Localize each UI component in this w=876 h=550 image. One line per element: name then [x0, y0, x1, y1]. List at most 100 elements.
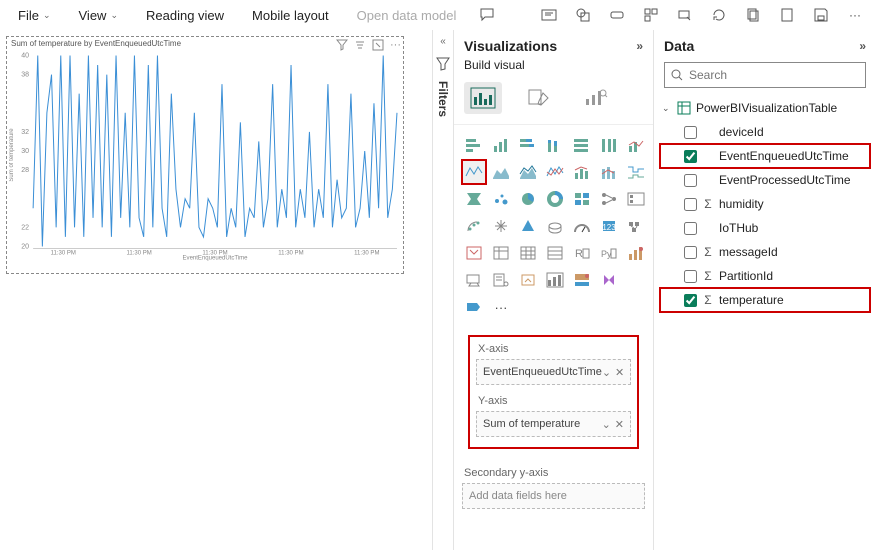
viz-type-26[interactable]: 123 — [597, 214, 621, 238]
viz-type-14[interactable] — [462, 187, 486, 211]
field-checkbox[interactable] — [684, 150, 697, 163]
field-checkbox[interactable] — [684, 246, 697, 259]
viz-type-12[interactable] — [597, 160, 621, 184]
field-checkbox[interactable] — [684, 294, 697, 307]
viz-type-10[interactable] — [543, 160, 567, 184]
viz-type-16[interactable] — [516, 187, 540, 211]
build-visual-button[interactable] — [464, 82, 502, 114]
viz-type-17[interactable] — [543, 187, 567, 211]
chevron-down-icon[interactable]: ⌄ — [602, 418, 611, 431]
visual-icon[interactable] — [638, 2, 664, 28]
viz-type-38[interactable] — [543, 268, 567, 292]
viz-type-40[interactable] — [597, 268, 621, 292]
field-checkbox[interactable] — [684, 222, 697, 235]
text-box-icon[interactable] — [536, 2, 562, 28]
viz-type-23[interactable] — [516, 214, 540, 238]
viz-type-15[interactable] — [489, 187, 513, 211]
field-row-messageid[interactable]: ΣmessageId — [660, 240, 870, 264]
refresh-icon[interactable] — [706, 2, 732, 28]
field-checkbox[interactable] — [684, 174, 697, 187]
expand-filters-icon[interactable]: « — [440, 36, 446, 47]
viz-type-18[interactable] — [570, 187, 594, 211]
viz-type-37[interactable] — [516, 268, 540, 292]
remove-field-icon[interactable]: ✕ — [615, 418, 624, 431]
copy-icon[interactable] — [740, 2, 766, 28]
menu-reading-view[interactable]: Reading view — [136, 4, 234, 27]
viz-type-30[interactable] — [516, 241, 540, 265]
viz-type-22[interactable] — [489, 214, 513, 238]
more-icon[interactable]: ··· — [842, 2, 868, 28]
viz-type-11[interactable] — [570, 160, 594, 184]
viz-type-34[interactable] — [624, 241, 648, 265]
viz-type-13[interactable] — [624, 160, 648, 184]
viz-type-6[interactable] — [624, 133, 648, 157]
viz-type-8[interactable] — [489, 160, 513, 184]
viz-type-21[interactable] — [462, 214, 486, 238]
viz-type-9[interactable] — [516, 160, 540, 184]
viz-more-icon[interactable]: ··· — [489, 295, 513, 319]
viz-type-32[interactable]: R — [570, 241, 594, 265]
secondary-y-axis-label: Secondary y-axis — [462, 467, 645, 483]
field-label: humidity — [719, 197, 764, 211]
collapse-viz-icon[interactable]: » — [636, 39, 643, 53]
viz-type-0[interactable] — [462, 133, 486, 157]
viz-type-35[interactable] — [462, 268, 486, 292]
viz-type-31[interactable] — [543, 241, 567, 265]
viz-type-5[interactable] — [597, 133, 621, 157]
viz-type-28[interactable] — [462, 241, 486, 265]
viz-type-1[interactable] — [489, 133, 513, 157]
analytics-button[interactable] — [576, 82, 614, 114]
viz-type-48 — [624, 295, 648, 319]
viz-type-24[interactable] — [543, 214, 567, 238]
viz-type-39[interactable] — [570, 268, 594, 292]
caret-down-icon[interactable]: ⌄ — [662, 103, 672, 114]
x-axis-well[interactable]: EventEnqueuedUtcTime ⌄✕ — [476, 359, 631, 385]
field-checkbox[interactable] — [684, 126, 697, 139]
menu-mobile-layout[interactable]: Mobile layout — [242, 4, 339, 27]
field-row-partitionid[interactable]: ΣPartitionId — [660, 264, 870, 288]
format-visual-button[interactable] — [520, 82, 558, 114]
menu-view[interactable]: View⌄ — [69, 4, 129, 27]
buttons-icon[interactable] — [604, 2, 630, 28]
field-row-humidity[interactable]: Σhumidity — [660, 192, 870, 216]
funnel-icon[interactable] — [436, 57, 450, 71]
viz-type-27[interactable] — [624, 214, 648, 238]
remove-field-icon[interactable]: ✕ — [615, 366, 624, 379]
comment-icon[interactable] — [474, 2, 500, 28]
line-chart-visual[interactable]: Sum of temperature by EventEnqueuedUtcTi… — [6, 36, 404, 274]
viz-type-19[interactable] — [597, 187, 621, 211]
menu-file[interactable]: File⌄ — [8, 4, 61, 27]
shapes-icon[interactable] — [570, 2, 596, 28]
viz-type-25[interactable] — [570, 214, 594, 238]
viz-type-36[interactable] — [489, 268, 513, 292]
viz-type-7[interactable] — [462, 160, 486, 184]
viz-type-29[interactable] — [489, 241, 513, 265]
svg-text:11:30 PM: 11:30 PM — [354, 251, 379, 257]
field-checkbox[interactable] — [684, 198, 697, 211]
field-checkbox[interactable] — [684, 270, 697, 283]
field-row-eventprocessedutctime[interactable]: EventProcessedUtcTime — [660, 168, 870, 192]
page-icon[interactable] — [774, 2, 800, 28]
secondary-y-axis-well[interactable]: Add data fields here — [462, 483, 645, 509]
viz-type-42[interactable] — [462, 295, 486, 319]
chevron-down-icon[interactable]: ⌄ — [602, 366, 611, 379]
table-node[interactable]: ⌄ PowerBIVisualizationTable — [660, 96, 870, 120]
viz-type-41 — [624, 268, 648, 292]
viz-type-20[interactable] — [624, 187, 648, 211]
viz-type-3[interactable] — [543, 133, 567, 157]
interact-icon[interactable] — [672, 2, 698, 28]
field-row-temperature[interactable]: Σtemperature — [660, 288, 870, 312]
viz-type-33[interactable]: Py — [597, 241, 621, 265]
y-axis-well[interactable]: Sum of temperature ⌄✕ — [476, 411, 631, 437]
viz-type-2[interactable] — [516, 133, 540, 157]
search-box[interactable] — [664, 62, 866, 88]
save-icon[interactable] — [808, 2, 834, 28]
search-input[interactable] — [689, 68, 859, 82]
field-row-deviceid[interactable]: deviceId — [660, 120, 870, 144]
field-row-iothub[interactable]: IoTHub — [660, 216, 870, 240]
collapse-data-icon[interactable]: » — [859, 39, 866, 53]
field-row-eventenqueuedutctime[interactable]: EventEnqueuedUtcTime — [660, 144, 870, 168]
report-canvas[interactable]: Sum of temperature by EventEnqueuedUtcTi… — [0, 30, 432, 550]
filters-label[interactable]: Filters — [436, 81, 450, 117]
viz-type-4[interactable] — [570, 133, 594, 157]
